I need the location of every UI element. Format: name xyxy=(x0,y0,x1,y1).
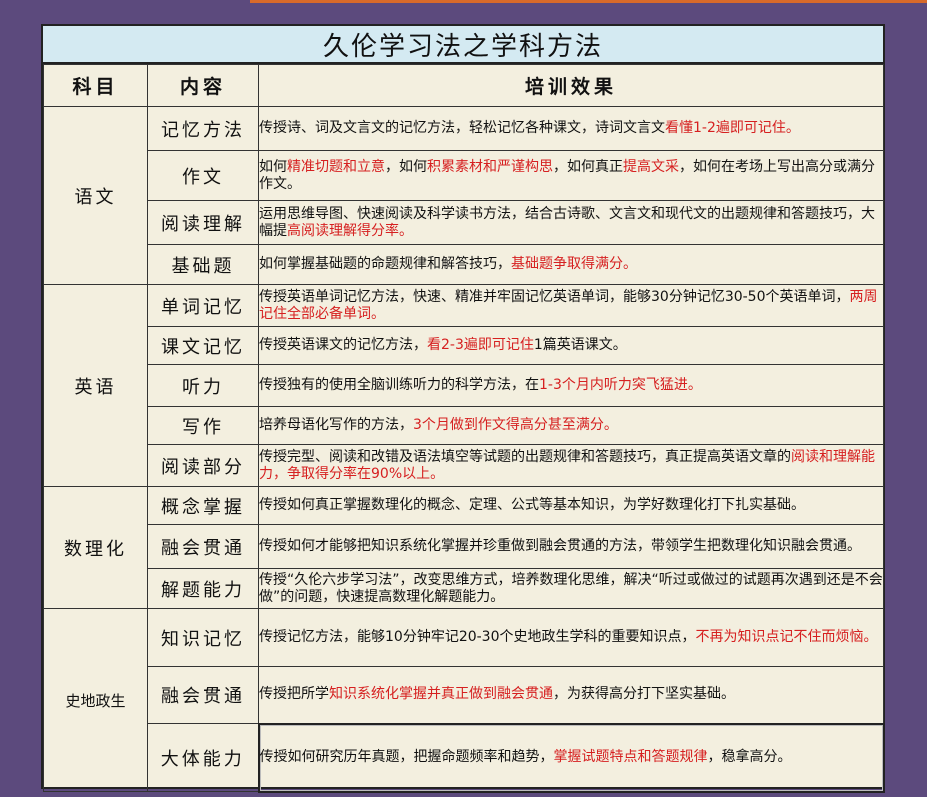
training-sheet: 久伦学习法之学科方法 科目 内容 培训效果 语文 记忆方法 传授诗、词及文言文的… xyxy=(41,24,885,793)
method-table: 科目 内容 培训效果 语文 记忆方法 传授诗、词及文言文的记忆方法，轻松记忆各种… xyxy=(43,64,885,793)
table-row: 听力 传授独有的使用全脑训练听力的科学方法，在1-3个月内听力突飞猛进。 xyxy=(44,364,884,407)
table-row: 写作 培养母语化写作的方法，3个月做到作文得高分甚至满分。 xyxy=(44,406,884,445)
highlight-text: 基础题争取得满分。 xyxy=(511,256,637,272)
effect-text: 传授如何才能够把知识系统化掌握并珍重做到融会贯通的方法，带领学生把数理化知识融会… xyxy=(259,538,861,554)
effect-text: ，如何 xyxy=(385,158,427,175)
page-title: 久伦学习法之学科方法 xyxy=(43,26,883,64)
header-row: 科目 内容 培训效果 xyxy=(43,64,884,107)
highlight-text: 知识系统化掌握并真正做到融会贯通 xyxy=(329,686,553,703)
topic-cell: 单词记忆 xyxy=(147,284,259,327)
effect-cell: 传授记忆方法，能够10分钟牢记20-30个史地政生学科的重要知识点，不再为知识点… xyxy=(258,608,884,667)
subject-cell: 数理化 xyxy=(43,486,148,609)
effect-text: ，如何真正 xyxy=(553,158,623,175)
effect-cell: 传授“久伦六步学习法”，改变思维方式，培养数理化思维，解决“听过或做过的试题再次… xyxy=(258,568,884,609)
topic-cell: 听力 xyxy=(147,364,259,407)
highlight-text: 提高文采 xyxy=(623,158,679,175)
highlight-text: 1-3个月内听力突飞猛进。 xyxy=(539,377,702,393)
table-row: 英语 单词记忆 传授英语单词记忆方法，快速、精准并牢固记忆英语单词，能够30分钟… xyxy=(43,284,884,487)
header-effect: 培训效果 xyxy=(258,64,884,107)
table-row: 史地政生 知识记忆 传授记忆方法，能够10分钟牢记20-30个史地政生学科的重要… xyxy=(43,608,884,792)
table-row: 解题能力 传授“久伦六步学习法”，改变思维方式，培养数理化思维，解决“听过或做过… xyxy=(44,568,884,609)
effect-cell: 传授如何才能够把知识系统化掌握并珍重做到融会贯通的方法，带领学生把数理化知识融会… xyxy=(258,524,884,569)
highlight-text: 3个月做到作文得高分甚至满分。 xyxy=(413,417,618,433)
highlight-text: 看2-3遍即可记住 xyxy=(427,337,534,353)
effect-text: 传授英语课文的记忆方法， xyxy=(259,337,427,353)
effect-text: 传授“久伦六步学习法”，改变思维方式，培养数理化思维，解决“听过或做过的试题再次… xyxy=(259,571,883,605)
topic-cell: 融会贯通 xyxy=(147,666,259,724)
table-row: 语文 记忆方法 传授诗、词及文言文的记忆方法，轻松记忆各种课文，诗词文言文看懂1… xyxy=(43,106,884,285)
subject-cell: 史地政生 xyxy=(43,608,148,792)
effect-text: 1篇英语课文。 xyxy=(533,337,627,353)
topic-cell: 知识记忆 xyxy=(147,608,259,667)
topic-cell: 作文 xyxy=(147,150,259,201)
topic-cell: 大体能力 xyxy=(147,723,259,792)
effect-text: 传授诗、词及文言文的记忆方法，轻松记忆各种课文，诗词文言文 xyxy=(259,120,665,136)
highlight-text: 积累素材和严谨构思 xyxy=(427,158,553,175)
highlight-text: 精准切题和立意 xyxy=(287,158,385,175)
effect-text: 传授记忆方法，能够10分钟牢记20-30个史地政生学科的重要知识点， xyxy=(259,629,696,645)
table-row: 基础题 如何掌握基础题的命题规律和解答技巧，基础题争取得满分。 xyxy=(44,244,884,285)
effect-cell: 运用思维导图、快速阅读及科学读书方法，结合古诗歌、文言文和现代文的出题规律和答题… xyxy=(258,200,884,245)
effect-cell: 如何精准切题和立意，如何积累素材和严谨构思，如何真正提高文采，如何在考场上写出高… xyxy=(258,150,884,201)
effect-cell: 传授把所学知识系统化掌握并真正做到融会贯通，为获得高分打下坚实基础。 xyxy=(258,666,884,724)
effect-cell: 如何掌握基础题的命题规律和解答技巧，基础题争取得满分。 xyxy=(258,244,884,285)
table-row: 融会贯通 传授如何才能够把知识系统化掌握并珍重做到融会贯通的方法，带领学生把数理… xyxy=(44,524,884,569)
highlight-text: 不再为知识点记不住而烦恼。 xyxy=(695,629,878,645)
topic-cell: 阅读部分 xyxy=(147,444,259,487)
effect-text: 传授完型、阅读和改错及语法填空等试题的出题规律和答题技巧，真正提高英语文章的 xyxy=(259,448,791,465)
topic-cell: 融会贯通 xyxy=(147,524,259,569)
topic-cell: 概念掌握 xyxy=(147,486,259,525)
effect-text: ，为获得高分打下坚实基础。 xyxy=(553,686,735,703)
table-row: 作文 如何精准切题和立意，如何积累素材和严谨构思，如何真正提高文采，如何在考场上… xyxy=(44,150,884,201)
effect-cell: 传授英语单词记忆方法，快速、精准并牢固记忆英语单词，能够30分钟记忆30-50个… xyxy=(258,284,884,327)
topic-cell: 阅读理解 xyxy=(147,200,259,245)
effect-text: 如何 xyxy=(259,158,287,175)
topic-cell: 课文记忆 xyxy=(147,326,259,365)
effect-text: 传授独有的使用全脑训练听力的科学方法，在 xyxy=(259,377,539,393)
table-row: 融会贯通 传授把所学知识系统化掌握并真正做到融会贯通，为获得高分打下坚实基础。 xyxy=(44,666,884,724)
header-subject: 科目 xyxy=(43,64,148,107)
effect-cell: 传授如何真正掌握数理化的概念、定理、公式等基本知识，为学好数理化打下扎实基础。 xyxy=(258,486,884,525)
effect-cell: 传授诗、词及文言文的记忆方法，轻松记忆各种课文，诗词文言文看懂1-2遍即可记住。 xyxy=(258,106,884,151)
table-row: 大体能力 传授如何研究历年真题，把握命题频率和趋势，掌握试题特点和答题规律，稳拿… xyxy=(44,722,885,793)
effect-cell: 传授独有的使用全脑训练听力的科学方法，在1-3个月内听力突飞猛进。 xyxy=(258,364,884,407)
effect-cell: 培养母语化写作的方法，3个月做到作文得高分甚至满分。 xyxy=(258,406,884,445)
subject-cell: 英语 xyxy=(43,284,148,487)
effect-cell: 传授如何研究历年真题，把握命题频率和趋势，掌握试题特点和答题规律，稳拿高分。 xyxy=(257,722,885,793)
topic-cell: 写作 xyxy=(147,406,259,445)
effect-text: 传授把所学 xyxy=(259,686,329,703)
top-accent-line xyxy=(250,0,927,3)
highlight-text: 掌握试题特点和答题规律 xyxy=(553,749,708,765)
effect-text: 培养母语化写作的方法， xyxy=(259,417,413,433)
effect-text: 传授如何研究历年真题，把握命题频率和趋势， xyxy=(259,749,554,765)
effect-cell: 传授完型、阅读和改错及语法填空等试题的出题规律和答题技巧，真正提高英语文章的阅读… xyxy=(258,444,884,487)
effect-cell: 传授英语课文的记忆方法，看2-3遍即可记住1篇英语课文。 xyxy=(258,326,884,365)
header-content: 内容 xyxy=(147,64,259,107)
subject-cell: 语文 xyxy=(43,106,148,285)
effect-text: 如何掌握基础题的命题规律和解答技巧， xyxy=(259,256,511,272)
table-row: 阅读部分 传授完型、阅读和改错及语法填空等试题的出题规律和答题技巧，真正提高英语… xyxy=(44,444,884,487)
effect-text: ，稳拿高分。 xyxy=(707,749,792,765)
table-row: 课文记忆 传授英语课文的记忆方法，看2-3遍即可记住1篇英语课文。 xyxy=(44,326,884,365)
topic-cell: 解题能力 xyxy=(147,568,259,609)
highlight-text: 高阅读理解得分率。 xyxy=(287,222,413,239)
table-row: 阅读理解 运用思维导图、快速阅读及科学读书方法，结合古诗歌、文言文和现代文的出题… xyxy=(44,200,884,245)
highlight-text: 看懂1-2遍即可记住。 xyxy=(665,120,800,136)
topic-cell: 基础题 xyxy=(147,244,259,285)
table-row: 数理化 概念掌握 传授如何真正掌握数理化的概念、定理、公式等基本知识，为学好数理… xyxy=(43,486,884,609)
effect-text: 传授如何真正掌握数理化的概念、定理、公式等基本知识，为学好数理化打下扎实基础。 xyxy=(259,497,805,513)
topic-cell: 记忆方法 xyxy=(147,106,259,151)
effect-text: 传授英语单词记忆方法，快速、精准并牢固记忆英语单词，能够30分钟记忆30-50个… xyxy=(259,288,850,305)
